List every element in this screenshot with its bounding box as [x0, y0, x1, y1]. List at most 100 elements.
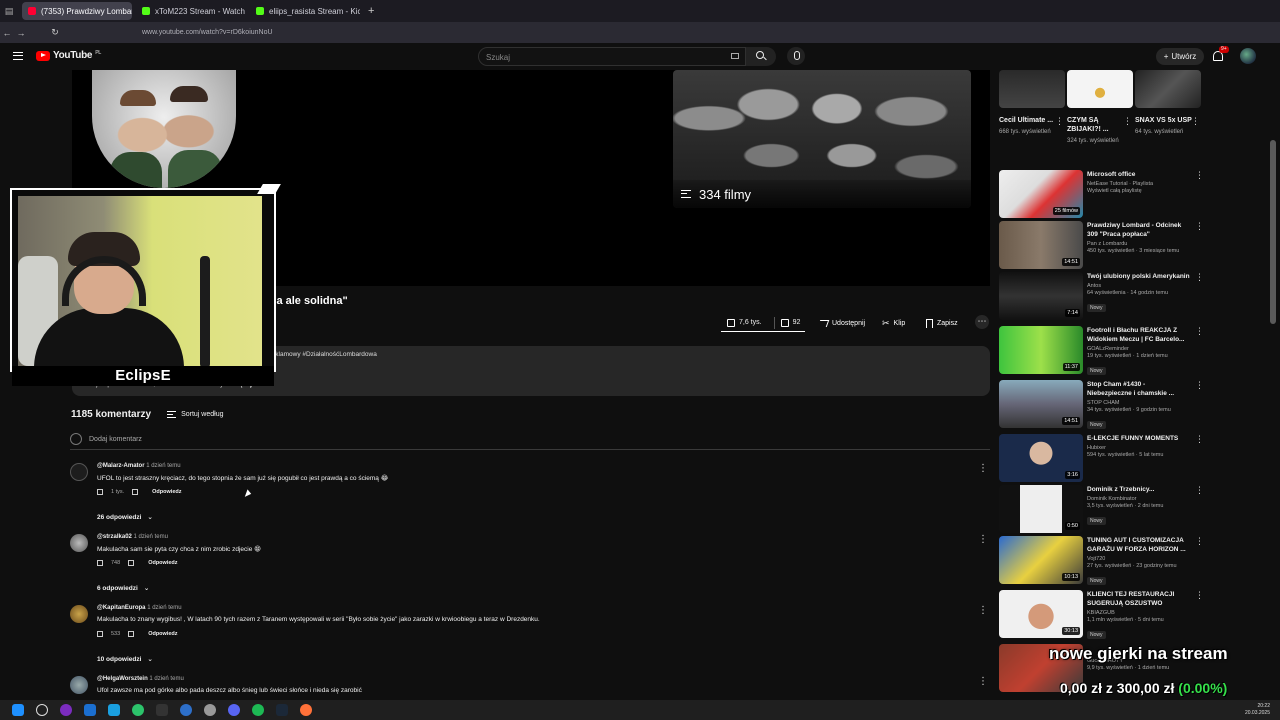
recommendation-item[interactable]: 25 filmów Microsoft office NetEase Tutori… [999, 170, 1204, 222]
app-icon[interactable] [132, 704, 144, 716]
new-tab-button[interactable]: + [368, 5, 374, 17]
more-actions-icon[interactable]: ⋯ [975, 315, 989, 329]
commenter-avatar[interactable] [70, 463, 88, 481]
reply-button[interactable]: Odpowiedz [148, 560, 177, 566]
search-input[interactable]: Szukaj [478, 47, 746, 66]
windows-start-icon[interactable] [12, 704, 24, 716]
kebab-icon[interactable]: ⋮ [1195, 170, 1204, 181]
kebab-icon[interactable]: ⋮ [1195, 380, 1204, 391]
video-meta: 3,5 tys. wyświetleń · 2 dni temu [1087, 503, 1164, 509]
forward-icon[interactable]: → [14, 28, 28, 38]
recommendation-item[interactable]: 30:13 KLIENCI TEJ RESTAURACJI SUGERUJĄ O… [999, 590, 1204, 642]
comment-author[interactable]: @HelgaWorsztein [97, 676, 148, 682]
dislike-button[interactable]: 92 [780, 314, 800, 332]
sort-button[interactable]: Sortuj według [167, 411, 223, 418]
comments-header: 1185 komentarzy Sortuj według [71, 409, 223, 420]
system-clock[interactable]: 20:22 20.03.2025 [1245, 703, 1270, 717]
goal-percent: (0.00%) [1178, 680, 1228, 696]
app-icon[interactable] [60, 704, 72, 716]
reply-button[interactable]: Odpowiedz [148, 631, 177, 637]
kebab-icon[interactable]: ⋮ [1195, 590, 1204, 601]
like-button[interactable]: 7,6 tys. [721, 314, 768, 332]
obs-icon[interactable] [204, 704, 216, 716]
replies-toggle[interactable]: 6 odpowiedzi ⌄ [97, 584, 149, 593]
short-item[interactable]: CZYM SĄ ZBIJAKI?! ... 324 tys. wyświetle… [1067, 70, 1133, 145]
kebab-icon[interactable]: ⋮ [1123, 116, 1132, 127]
recommendation-item[interactable]: 11:37 Footroll i Błachu REAKCJA Z Widoki… [999, 326, 1204, 378]
kebab-icon[interactable]: ⋮ [1195, 485, 1204, 496]
thumbs-up-icon[interactable] [97, 489, 103, 495]
recommendation-item[interactable]: 14:51 Prawdziwy Lombard - Odcinek 309 "P… [999, 221, 1204, 273]
comment-author[interactable]: @Malarz-Amator [97, 463, 145, 469]
comment-menu-icon[interactable]: ⋮ [978, 463, 988, 474]
discord-icon[interactable] [228, 704, 240, 716]
comment-menu-icon[interactable]: ⋮ [978, 676, 988, 687]
page-scrollbar[interactable] [1270, 140, 1276, 324]
video-duration: 10:13 [1062, 573, 1080, 581]
epic-games-icon[interactable] [156, 704, 168, 716]
comment-author[interactable]: @strzalka02 [97, 534, 132, 540]
clip-label: Klip [893, 319, 906, 327]
browser-tab-kick-1[interactable]: xToM223 Stream - Watch L ✕ [136, 2, 246, 20]
commenter-avatar[interactable] [70, 676, 88, 694]
kebab-icon[interactable]: ⋮ [1195, 536, 1204, 547]
steam-icon[interactable] [276, 704, 288, 716]
keyboard-icon[interactable] [731, 53, 739, 59]
search-button[interactable] [746, 47, 776, 66]
recommendation-item[interactable]: 7:14 Twój ulubiony polski Amerykanin Anto… [999, 272, 1204, 324]
app-icon[interactable] [84, 704, 96, 716]
channel-photo [92, 70, 236, 188]
kebab-icon[interactable]: ⋮ [1055, 116, 1064, 127]
menu-icon[interactable] [13, 52, 23, 60]
save-button[interactable]: Zapisz [920, 314, 964, 332]
new-badge: Nowy [1087, 577, 1106, 585]
browser-tab-youtube[interactable]: (7353) Prawdziwy Lombard - Od ✕ [22, 2, 132, 20]
short-item[interactable]: Cecil Ultimate ... 668 tys. wyświetleń ⋮ [999, 70, 1065, 136]
playlist-overlay[interactable]: 334 filmy [673, 180, 971, 208]
commenter-avatar[interactable] [70, 605, 88, 623]
comment-author[interactable]: @KapitanEuropa [97, 605, 146, 611]
new-badge: Nowy [1087, 517, 1106, 525]
chevron-down-icon: ⌄ [147, 514, 153, 521]
firefox-icon[interactable] [300, 704, 312, 716]
app-icon[interactable] [108, 704, 120, 716]
kebab-icon[interactable]: ⋮ [1191, 116, 1200, 127]
recommendation-item[interactable]: 10:13 TUNING AUT I CUSTOMIZACJA GARAŻU W… [999, 536, 1204, 588]
channel-name: Antos [1087, 283, 1102, 289]
reply-button[interactable]: Odpowiedz [152, 489, 181, 495]
comment-menu-icon[interactable]: ⋮ [978, 605, 988, 616]
thumbs-up-icon[interactable] [97, 631, 103, 637]
app-icon[interactable] [180, 704, 192, 716]
thumbs-up-icon[interactable] [97, 560, 103, 566]
back-icon[interactable]: ← [0, 28, 14, 38]
recommendation-item[interactable]: 14:51 Stop Cham #1430 - Niebezpieczne i … [999, 380, 1204, 432]
kebab-icon[interactable]: ⋮ [1195, 326, 1204, 337]
spotify-icon[interactable] [252, 704, 264, 716]
share-button[interactable]: Udostępnij [813, 314, 871, 332]
clip-button[interactable]: ✂ Klip [876, 314, 911, 332]
create-button[interactable]: + Utwórz [1156, 48, 1204, 65]
url-field[interactable]: www.youtube.com/watch?v=rD6koiunNoU [142, 29, 273, 36]
short-item[interactable]: SNAX VS 5x USP 64 tys. wyświetleń ⋮ [1135, 70, 1201, 136]
commenter-avatar[interactable] [70, 534, 88, 552]
search-icon[interactable] [36, 704, 48, 716]
browser-tab-kick-2[interactable]: eliips_rasista Stream - Kick Das ✕ [250, 2, 360, 20]
account-avatar[interactable] [1240, 48, 1256, 64]
kebab-icon[interactable]: ⋮ [1195, 434, 1204, 445]
comment-actions: 748 Odpowiedz [97, 560, 178, 566]
youtube-logo[interactable]: YouTube PL [36, 50, 101, 61]
thumbs-down-icon[interactable] [132, 489, 139, 495]
kebab-icon[interactable]: ⋮ [1195, 272, 1204, 283]
comment-menu-icon[interactable]: ⋮ [978, 534, 988, 545]
recommendation-item[interactable]: 3:16 E-LEKCJE FUNNY MOMENTS Hubixer 594 ty… [999, 434, 1204, 486]
add-comment-field[interactable]: Dodaj komentarz [70, 433, 990, 450]
sidebar-toggle-icon[interactable]: ▤ [0, 6, 18, 17]
reload-icon[interactable]: ↻ [48, 27, 62, 38]
voice-search-icon[interactable] [787, 47, 805, 65]
thumbs-down-icon[interactable] [128, 560, 135, 566]
thumbs-down-icon[interactable] [128, 631, 135, 637]
replies-toggle[interactable]: 10 odpowiedzi ⌄ [97, 655, 153, 664]
replies-toggle[interactable]: 26 odpowiedzi ⌄ [97, 513, 153, 522]
recommendation-item[interactable]: 0:50 Dominik z Trzebnicy... Dominik Kombi… [999, 485, 1204, 537]
kebab-icon[interactable]: ⋮ [1195, 221, 1204, 232]
